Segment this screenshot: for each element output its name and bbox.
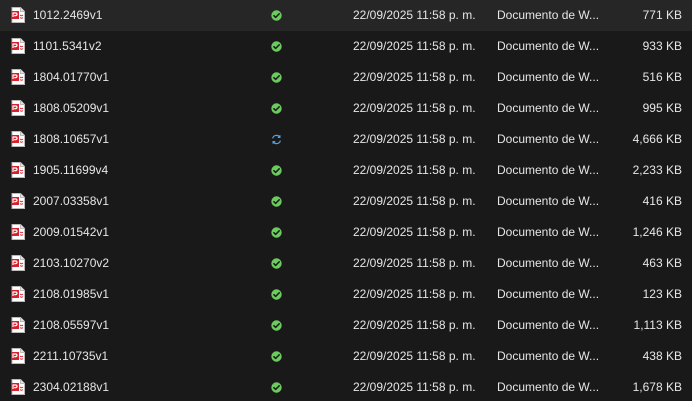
date-modified: 22/09/2025 11:58 p. m. xyxy=(353,225,476,239)
file-name: 1012.2469v1 xyxy=(33,8,103,22)
file-size: 2,233 KB xyxy=(632,163,682,177)
file-row-2009.01542v1[interactable]: 2009.01542v1 22/09/2025 11:58 p. m. Docu… xyxy=(0,217,692,248)
file-name: 2009.01542v1 xyxy=(33,225,110,239)
file-size: 416 KB xyxy=(642,194,682,208)
pdf-file-icon xyxy=(11,348,25,364)
date-modified: 22/09/2025 11:58 p. m. xyxy=(353,8,476,22)
file-size: 1,246 KB xyxy=(632,225,682,239)
file-name: 2304.02188v1 xyxy=(33,380,110,394)
pdf-file-icon xyxy=(11,131,25,147)
file-row-2211.10735v1[interactable]: 2211.10735v1 22/09/2025 11:58 p. m. Docu… xyxy=(0,341,692,372)
file-size: 1,678 KB xyxy=(632,380,682,394)
file-type: Documento de W... xyxy=(497,39,600,53)
file-row-1905.11699v4[interactable]: 1905.11699v4 22/09/2025 11:58 p. m. Docu… xyxy=(0,155,692,186)
pdf-file-icon xyxy=(11,379,25,395)
date-modified: 22/09/2025 11:58 p. m. xyxy=(353,349,476,363)
pdf-file-icon xyxy=(11,100,25,116)
file-name: 1808.10657v1 xyxy=(33,132,110,146)
synced-check-icon xyxy=(271,289,282,300)
file-size: 933 KB xyxy=(642,39,682,53)
file-list: 1012.2469v1 22/09/2025 11:58 p. m. Docum… xyxy=(0,0,692,401)
pdf-file-icon xyxy=(11,286,25,302)
date-modified: 22/09/2025 11:58 p. m. xyxy=(353,163,476,177)
date-modified: 22/09/2025 11:58 p. m. xyxy=(353,70,476,84)
file-type: Documento de W... xyxy=(497,8,600,22)
file-row-1808.05209v1[interactable]: 1808.05209v1 22/09/2025 11:58 p. m. Docu… xyxy=(0,93,692,124)
file-row-1808.10657v1[interactable]: 1808.10657v1 22/09/2025 11:58 p. m. Docu… xyxy=(0,124,692,155)
file-type: Documento de W... xyxy=(497,349,600,363)
synced-check-icon xyxy=(271,258,282,269)
file-row-2007.03358v1[interactable]: 2007.03358v1 22/09/2025 11:58 p. m. Docu… xyxy=(0,186,692,217)
synced-check-icon xyxy=(271,103,282,114)
date-modified: 22/09/2025 11:58 p. m. xyxy=(353,101,476,115)
synced-check-icon xyxy=(271,196,282,207)
file-name: 1905.11699v4 xyxy=(33,163,109,177)
date-modified: 22/09/2025 11:58 p. m. xyxy=(353,287,476,301)
file-name: 1101.5341v2 xyxy=(33,39,102,53)
file-name: 2108.05597v1 xyxy=(33,318,110,332)
date-modified: 22/09/2025 11:58 p. m. xyxy=(353,132,476,146)
synced-check-icon xyxy=(271,72,282,83)
date-modified: 22/09/2025 11:58 p. m. xyxy=(353,380,476,394)
file-size: 771 KB xyxy=(642,8,682,22)
file-size: 516 KB xyxy=(642,70,682,84)
file-type: Documento de W... xyxy=(497,380,600,394)
file-type: Documento de W... xyxy=(497,101,600,115)
file-size: 995 KB xyxy=(642,101,682,115)
pdf-file-icon xyxy=(11,193,25,209)
file-size: 1,113 KB xyxy=(633,318,682,332)
file-name: 2108.01985v1 xyxy=(33,287,110,301)
file-name: 1804.01770v1 xyxy=(33,70,110,84)
file-type: Documento de W... xyxy=(497,318,600,332)
file-size: 438 KB xyxy=(642,349,682,363)
pdf-file-icon xyxy=(11,7,25,23)
file-name: 1808.05209v1 xyxy=(33,101,110,115)
pdf-file-icon xyxy=(11,162,25,178)
pdf-file-icon xyxy=(11,38,25,54)
synced-check-icon xyxy=(271,382,282,393)
file-row-1804.01770v1[interactable]: 1804.01770v1 22/09/2025 11:58 p. m. Docu… xyxy=(0,62,692,93)
file-row-1101.5341v2[interactable]: 1101.5341v2 22/09/2025 11:58 p. m. Docum… xyxy=(0,31,692,62)
pdf-file-icon xyxy=(11,69,25,85)
synced-check-icon xyxy=(271,10,282,21)
date-modified: 22/09/2025 11:58 p. m. xyxy=(353,318,476,332)
file-name: 2211.10735v1 xyxy=(33,349,109,363)
file-type: Documento de W... xyxy=(497,70,600,84)
file-size: 463 KB xyxy=(642,256,682,270)
file-type: Documento de W... xyxy=(497,256,600,270)
pdf-file-icon xyxy=(11,317,25,333)
synced-check-icon xyxy=(271,227,282,238)
pdf-file-icon xyxy=(11,224,25,240)
file-size: 123 KB xyxy=(642,287,682,301)
date-modified: 22/09/2025 11:58 p. m. xyxy=(353,194,476,208)
synced-check-icon xyxy=(271,320,282,331)
file-type: Documento de W... xyxy=(497,287,600,301)
file-row-2108.01985v1[interactable]: 2108.01985v1 22/09/2025 11:58 p. m. Docu… xyxy=(0,279,692,310)
file-row-1012.2469v1[interactable]: 1012.2469v1 22/09/2025 11:58 p. m. Docum… xyxy=(0,0,692,31)
file-size: 4,666 KB xyxy=(632,132,682,146)
file-row-2103.10270v2[interactable]: 2103.10270v2 22/09/2025 11:58 p. m. Docu… xyxy=(0,248,692,279)
file-row-2304.02188v1[interactable]: 2304.02188v1 22/09/2025 11:58 p. m. Docu… xyxy=(0,372,692,401)
date-modified: 22/09/2025 11:58 p. m. xyxy=(353,39,476,53)
synced-check-icon xyxy=(271,351,282,362)
syncing-arrows-icon xyxy=(271,134,282,145)
synced-check-icon xyxy=(271,41,282,52)
file-name: 2007.03358v1 xyxy=(33,194,110,208)
synced-check-icon xyxy=(271,165,282,176)
file-type: Documento de W... xyxy=(497,194,600,208)
file-type: Documento de W... xyxy=(497,132,600,146)
pdf-file-icon xyxy=(11,255,25,271)
file-name: 2103.10270v2 xyxy=(33,256,110,270)
file-type: Documento de W... xyxy=(497,163,600,177)
date-modified: 22/09/2025 11:58 p. m. xyxy=(353,256,476,270)
file-row-2108.05597v1[interactable]: 2108.05597v1 22/09/2025 11:58 p. m. Docu… xyxy=(0,310,692,341)
file-type: Documento de W... xyxy=(497,225,600,239)
